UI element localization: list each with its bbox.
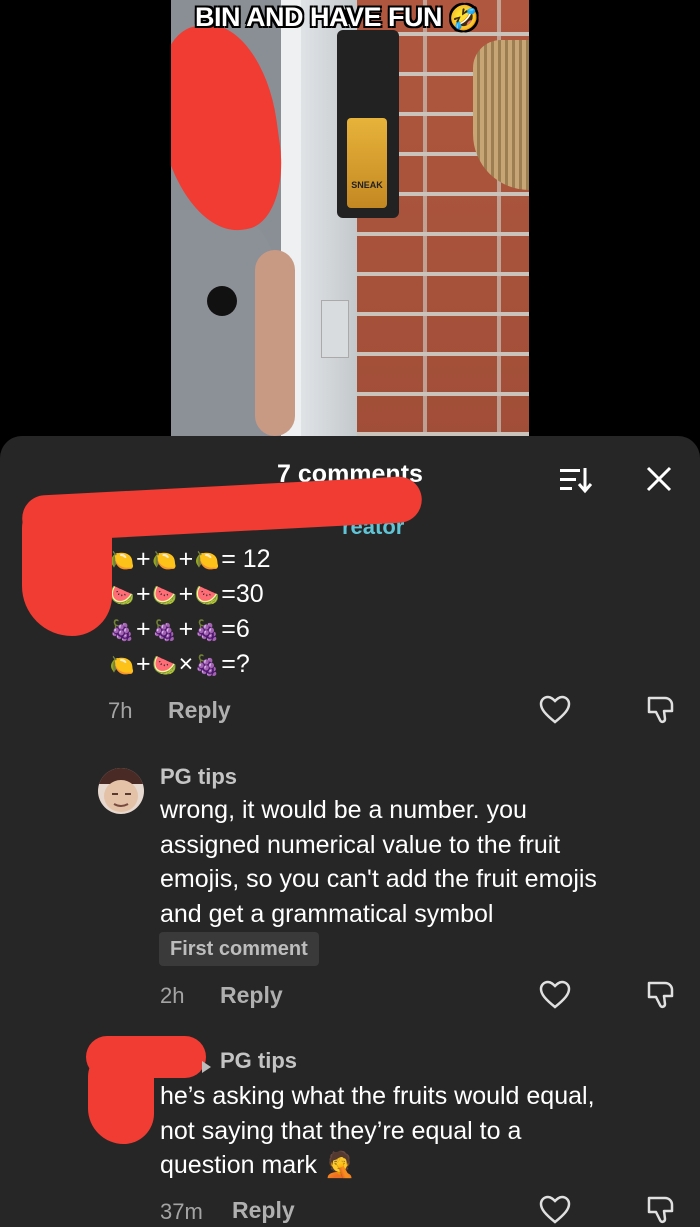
energy-can <box>347 118 387 208</box>
equation-line-4: 🍋+🍉×🍇=? <box>109 650 250 678</box>
redaction-scribble <box>171 16 291 240</box>
comment-text: wrong, it would be a number. you assigne… <box>160 796 597 928</box>
dislike-icon[interactable] <box>643 980 675 1010</box>
reply-to-author[interactable]: PG tips <box>220 1048 297 1074</box>
avatar[interactable] <box>98 768 144 814</box>
comment-text: he’s asking what the fruits would equal,… <box>160 1082 595 1179</box>
comment-time: 2h <box>160 983 185 1008</box>
redaction-scribble <box>22 498 112 636</box>
reply-button[interactable]: Reply <box>220 982 283 1009</box>
equation-line-2: 🍉+🍉+🍉=30 <box>109 580 264 608</box>
caption-text: BIN AND HAVE FUN <box>195 2 443 32</box>
video-caption: BIN AND HAVE FUN 🤣 <box>195 2 479 33</box>
dislike-icon[interactable] <box>643 1195 675 1225</box>
person-arm <box>255 250 295 436</box>
can-label: SNEAK <box>351 180 383 190</box>
comment-time: 37m <box>160 1199 203 1224</box>
video-frame[interactable]: SNEAK BIN AND HAVE FUN 🤣 <box>171 0 529 436</box>
close-icon[interactable] <box>644 464 674 494</box>
heart-icon[interactable] <box>539 1195 571 1225</box>
redaction-scribble <box>88 1050 154 1144</box>
dislike-icon[interactable] <box>643 695 675 725</box>
heart-icon[interactable] <box>539 980 571 1010</box>
can-crusher: SNEAK <box>337 30 399 218</box>
equation-line-1: 🍋+🍋+🍋= 12 <box>109 545 271 573</box>
comment-author[interactable]: PG tips <box>160 764 237 790</box>
reply-button[interactable]: Reply <box>168 697 231 724</box>
first-comment-badge: First comment <box>159 932 319 966</box>
comment-time: 7h <box>108 698 133 723</box>
door-hinge <box>321 300 349 358</box>
equation-line-3: 🍇+🍇+🍇=6 <box>109 615 250 643</box>
rofl-emoji: 🤣 <box>449 5 479 32</box>
reply-button[interactable]: Reply <box>232 1197 295 1224</box>
reply-to-arrow-icon <box>202 1061 211 1073</box>
sort-icon[interactable] <box>558 466 592 494</box>
comments-panel: 7 comments reator 🍋+🍋+🍋= 12 🍉+🍉+🍉=30 🍇+🍇… <box>0 436 700 1227</box>
microphone <box>207 286 237 316</box>
facepalm-emoji: 🤦 <box>323 1151 356 1179</box>
heart-icon[interactable] <box>539 695 571 725</box>
